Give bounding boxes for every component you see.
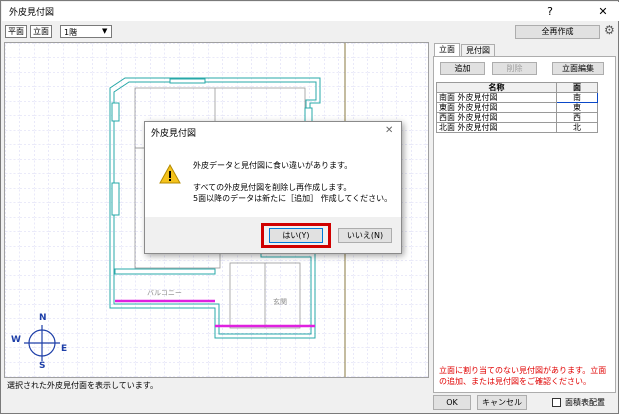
area-table-checkbox-label: 面積表配置 [565,398,605,407]
chevron-down-icon: ▼ [102,27,108,35]
compass-west: W [11,335,21,345]
table-row[interactable]: 西面 外皮見付図 西 [436,112,598,123]
yes-button[interactable]: はい(Y) [269,228,323,243]
dialog-message-1: 外皮データと見付図に食い違いがあります。 [193,161,353,170]
dialog-close-button[interactable]: ✕ [385,125,393,136]
row-name: 西面 外皮見付図 [436,112,557,123]
status-bar: 選択された外皮見付面を表示しています。 [7,381,158,390]
column-header-face: 面 [556,82,598,93]
title-bar: 外皮見付図 ? ✕ [2,2,619,21]
face-select[interactable]: 東 [556,102,598,113]
elevation-table: 名称 面 南面 外皮見付図 南 東面 外皮見付図 東 西面 外皮見付図 西 北面… [436,82,598,133]
floor-select[interactable]: 1階 ▼ [60,25,112,38]
plan-view-button[interactable]: 平面 [5,25,27,38]
dialog-message-2: すべての外皮見付図を削除し再作成します。 [193,183,352,192]
elevation-view-button[interactable]: 立面 [30,25,52,38]
help-button[interactable]: ? [537,3,563,20]
face-select[interactable]: 北 [556,122,598,133]
cancel-button[interactable]: キャンセル [477,395,527,410]
row-name: 北面 外皮見付図 [436,122,557,133]
warning-icon [159,164,181,184]
tab-elevation[interactable]: 立面 [434,43,460,57]
ok-button[interactable]: OK [433,395,471,410]
dialog-message-3: 5面以降のデータは新たに［追加］ 作成してください。 [193,194,393,203]
confirm-dialog: 外皮見付図 ✕ 外皮データと見付図に食い違いがあります。 すべての外皮見付図を削… [144,121,402,254]
edit-elevation-button[interactable]: 立面編集 [552,62,604,75]
dialog-footer: はい(Y) いいえ(N) [145,217,401,253]
delete-button[interactable]: 削除 [492,62,537,75]
table-row[interactable]: 南面 外皮見付図 南 [436,92,598,103]
window-title: 外皮見付図 [9,8,55,18]
entrance-label: 玄関 [273,298,287,306]
regenerate-all-button[interactable]: 全再作成 [515,25,600,39]
gear-icon[interactable]: ⚙ [604,24,617,37]
row-name: 東面 外皮見付図 [436,102,557,113]
balcony-label: バルコニー [147,289,182,297]
close-button[interactable]: ✕ [590,3,616,20]
table-row[interactable]: 東面 外皮見付図 東 [436,102,598,113]
face-select[interactable]: 西 [556,112,598,123]
no-button[interactable]: いいえ(N) [338,228,392,243]
area-table-checkbox[interactable] [552,398,561,407]
add-button[interactable]: 追加 [440,62,485,75]
compass-south: S [39,361,46,371]
table-row[interactable]: 北面 外皮見付図 北 [436,122,598,133]
unassigned-warning: 立面に割り当てのない見付図があります。立面の追加、または見付図をご確認ください。 [439,366,607,386]
dialog-title: 外皮見付図 [151,129,197,139]
floor-select-value: 1階 [64,28,78,37]
compass-east: E [61,344,68,354]
face-select[interactable]: 南 [556,92,598,103]
main-window: 外皮見付図 ? ✕ 平面 立面 1階 ▼ 全再作成 ⚙ バルコニー 玄関 N S… [0,0,619,414]
compass-north: N [39,313,47,323]
elevation-panel: 追加 削除 立面編集 名称 面 南面 外皮見付図 南 東面 外皮見付図 東 西面… [433,56,616,393]
row-name: 南面 外皮見付図 [436,92,557,103]
column-header-name: 名称 [436,82,557,93]
